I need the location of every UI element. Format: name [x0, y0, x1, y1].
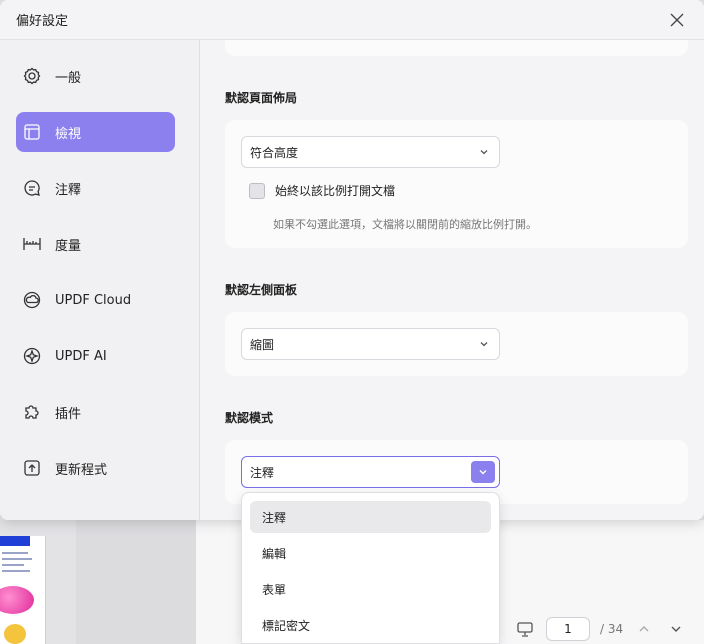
page-toolbar: 1 / 34	[504, 614, 704, 644]
settings-card-page-layout: 符合高度 始終以該比例打開文檔 如果不勾選此選項，文檔將以關閉前的縮放比例打開。	[225, 120, 688, 248]
settings-card-previous	[225, 40, 688, 56]
sidebar-item-update[interactable]: 更新程式	[16, 448, 175, 488]
sidebar-item-label: 更新程式	[55, 462, 108, 478]
chevron-down-icon[interactable]	[665, 618, 687, 640]
keep-zoom-checkbox-row[interactable]: 始終以該比例打開文檔	[249, 182, 395, 199]
ruler-icon	[21, 233, 43, 255]
mode-option-redact[interactable]: 標記密文	[250, 609, 491, 641]
mode-dropdown-list: 注釋 編輯 表單 標記密文	[241, 492, 500, 644]
sidebar-item-label: 度量	[55, 238, 82, 254]
page-thumbnail[interactable]	[0, 536, 46, 644]
sidebar-item-label: UPDF Cloud	[55, 292, 132, 308]
sidebar-item-view[interactable]: 檢視	[16, 112, 175, 152]
section-heading-mode: 默認模式	[225, 411, 274, 425]
gear-icon	[21, 65, 43, 87]
settings-card-left-panel: 縮圖	[225, 312, 688, 376]
layout-icon	[21, 121, 43, 143]
sidebar-item-measure[interactable]: 度量	[16, 224, 175, 264]
background-panel	[76, 520, 196, 644]
sidebar-item-general[interactable]: 一般	[16, 56, 175, 96]
preferences-dialog: 偏好設定 一般 檢視 注釋 度量 UPDF Cloud UPDF AI 插件 更…	[0, 0, 704, 520]
update-icon	[21, 457, 43, 479]
sidebar-item-label: 注釋	[55, 182, 82, 198]
page-layout-select-value: 符合高度	[250, 145, 299, 160]
sidebar-item-label: 一般	[55, 70, 82, 86]
chevron-down-icon	[480, 150, 488, 155]
mode-option-edit[interactable]: 編輯	[250, 537, 491, 569]
page-total: / 34	[600, 622, 624, 636]
sidebar-item-plugins[interactable]: 插件	[16, 392, 175, 432]
sidebar-item-cloud[interactable]: UPDF Cloud	[16, 280, 175, 320]
sidebar-item-annotation[interactable]: 注釋	[16, 168, 175, 208]
chevron-up-icon[interactable]	[633, 618, 655, 640]
cloud-icon	[21, 289, 43, 311]
page-number-input[interactable]: 1	[546, 617, 590, 641]
close-icon[interactable]	[664, 7, 690, 33]
section-heading-left-panel: 默認左側面板	[225, 283, 298, 297]
section-heading-page-layout: 默認頁面佈局	[225, 91, 298, 105]
keep-zoom-checkbox-label: 始終以該比例打開文檔	[275, 184, 396, 198]
left-panel-select-value: 縮圖	[250, 337, 275, 352]
mode-select-value: 注釋	[250, 465, 275, 480]
keep-zoom-hint: 如果不勾選此選項，文檔將以關閉前的縮放比例打開。	[273, 218, 537, 231]
mode-option-annotation[interactable]: 注釋	[250, 501, 491, 533]
chevron-down-icon	[480, 342, 488, 347]
mode-select[interactable]: 注釋	[241, 456, 500, 488]
mode-option-form[interactable]: 表單	[250, 573, 491, 605]
sidebar-item-ai[interactable]: UPDF AI	[16, 336, 175, 376]
sidebar-item-label: 插件	[55, 406, 82, 422]
ai-sparkle-icon	[21, 345, 43, 367]
sidebar-item-label: UPDF AI	[55, 348, 107, 364]
puzzle-icon	[21, 401, 43, 423]
presentation-icon[interactable]	[514, 618, 536, 640]
left-panel-select[interactable]: 縮圖	[241, 328, 500, 360]
page-layout-select[interactable]: 符合高度	[241, 136, 500, 168]
keep-zoom-checkbox[interactable]	[249, 182, 265, 199]
sidebar-item-label: 檢視	[55, 126, 82, 142]
dialog-title: 偏好設定	[16, 14, 69, 29]
settings-sidebar: 一般 檢視 注釋 度量 UPDF Cloud UPDF AI 插件 更新程式	[0, 40, 200, 520]
chevron-down-icon[interactable]	[471, 461, 495, 483]
dialog-titlebar: 偏好設定	[0, 0, 704, 40]
comment-icon	[21, 177, 43, 199]
settings-content[interactable]: 默認頁面佈局 符合高度 始終以該比例打開文檔 如果不勾選此選項，文檔將以關閉前的…	[201, 40, 704, 520]
